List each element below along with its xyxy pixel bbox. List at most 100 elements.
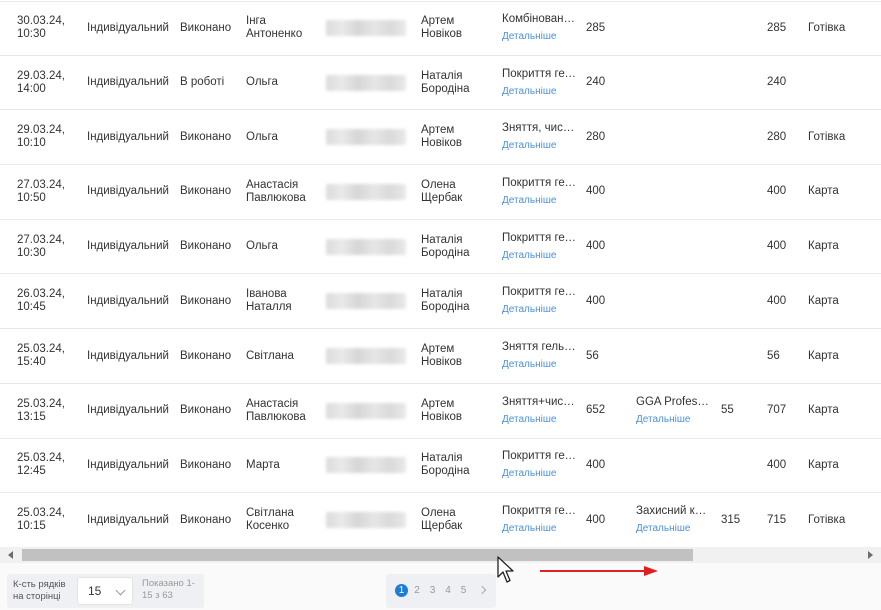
service-name: Зняття гель-лаку [502, 341, 577, 354]
date-text: 25.03.24, [17, 397, 65, 410]
page-5[interactable]: 5 [457, 584, 470, 597]
service-details-link[interactable]: Детальніше [502, 522, 577, 535]
rows-per-page: К-сть рядків на сторінці 15 Показано 1-1… [7, 574, 204, 608]
cell-product-price [721, 220, 751, 274]
client-first-name: Анастасія [246, 397, 299, 410]
time-text: 10:45 [17, 301, 46, 314]
master-first-name: Наталія [421, 288, 463, 301]
cell-type: Індивідуальний [87, 130, 169, 143]
date-text: 29.03.24, [17, 124, 65, 137]
chevron-right-icon[interactable] [477, 585, 487, 595]
scroll-left-icon[interactable] [8, 551, 13, 559]
table-row[interactable]: 25.03.24, 13:15 Індивідуальний Виконано Анас… [0, 384, 881, 439]
date-text: 29.03.24, [17, 69, 65, 82]
client-first-name: Інга [246, 15, 266, 28]
cell-product [636, 165, 712, 219]
cell-service: Покриття гель-лаком Детальніше [502, 220, 577, 274]
cell-product [636, 439, 712, 493]
table-row[interactable]: 26.03.24, 10:45 Індивідуальний Виконано Іван… [0, 275, 881, 330]
cell-product-price [721, 439, 751, 493]
horizontal-scrollbar[interactable] [0, 547, 881, 563]
cell-master: Наталія Бородіна [421, 275, 491, 329]
product-details-link[interactable]: Детальніше [636, 522, 712, 535]
cell-service-price: 652 [586, 404, 606, 417]
cell-client: Іванова Наталля [246, 275, 316, 329]
date-text: 26.03.24, [17, 288, 65, 301]
cell-total: 400 [767, 240, 787, 253]
cell-product [636, 329, 712, 383]
table-row[interactable]: 29.03.24, 14:00 Індивідуальний В роботі Ольг… [0, 56, 881, 111]
service-details-link[interactable]: Детальніше [502, 194, 577, 207]
date-text: 25.03.24, [17, 452, 65, 465]
cell-payment: Готівка [808, 513, 846, 526]
table-row[interactable]: 27.03.24, 10:30 Індивідуальний Виконано Ольг… [0, 220, 881, 275]
cell-date: 29.03.24, 10:10 [17, 110, 77, 164]
table-row[interactable]: 29.03.24, 10:10 Індивідуальний Виконано Ольг… [0, 110, 881, 166]
service-name: Покриття гель-лаком [502, 67, 577, 80]
master-last-name: Бородіна [421, 465, 470, 478]
scrollbar-thumb[interactable] [22, 549, 693, 561]
cell-service-price: 400 [586, 458, 606, 471]
red-arrow-right-icon [540, 566, 658, 576]
cell-total: 56 [767, 349, 780, 362]
cell-payment: Карта [808, 240, 839, 253]
cell-total: 400 [767, 294, 787, 307]
cell-payment: Карта [808, 185, 839, 198]
client-first-name: Ольга [246, 240, 278, 253]
cell-client: Ольга [246, 110, 316, 164]
redacted-blur [326, 129, 406, 146]
cell-date: 29.03.24, 14:00 [17, 56, 77, 110]
page-4[interactable]: 4 [442, 584, 455, 597]
mouse-pointer-icon [497, 556, 514, 583]
cell-phone-redacted [326, 56, 406, 110]
master-last-name: Бородіна [421, 301, 470, 314]
chevron-down-icon [115, 585, 126, 596]
service-details-link[interactable]: Детальніше [502, 85, 577, 98]
service-details-link[interactable]: Детальніше [502, 139, 577, 152]
service-details-link[interactable]: Детальніше [502, 30, 577, 43]
cell-product-price [721, 56, 751, 110]
time-text: 10:30 [17, 246, 46, 259]
cell-master: Артем Новіков [421, 110, 491, 164]
table-row[interactable]: 27.03.24, 10:50 Індивідуальний Виконано Анас… [0, 165, 881, 220]
cell-phone-redacted [326, 384, 406, 438]
table-row[interactable]: 25.03.24, 10:15 Індивідуальний Виконано Світ… [0, 493, 881, 547]
product-name: GGA Professional [636, 395, 712, 408]
time-text: 14:00 [17, 82, 46, 95]
rows-per-page-select[interactable]: 15 [77, 577, 133, 605]
scroll-right-icon[interactable] [868, 551, 873, 559]
client-first-name: Світлана [246, 349, 294, 362]
page-2[interactable]: 2 [411, 584, 424, 597]
cell-payment: Карта [808, 404, 839, 417]
orders-table: 30.03.24, 10:30 Індивідуальний Виконано Інга… [0, 0, 881, 547]
redacted-blur [326, 348, 406, 365]
cell-product [636, 275, 712, 329]
table-row[interactable]: 25.03.24, 12:45 Індивідуальний Виконано Март… [0, 439, 881, 494]
service-name: Покриття гель-лаком [502, 450, 577, 463]
page-1[interactable]: 1 [395, 584, 408, 597]
cell-master: Артем Новіков [421, 384, 491, 438]
table-row[interactable]: 25.03.24, 15:40 Індивідуальний Виконано Світ… [0, 329, 881, 384]
cell-service-price: 285 [586, 21, 606, 34]
service-details-link[interactable]: Детальніше [502, 249, 577, 262]
client-last-name: Наталля [246, 301, 292, 314]
master-last-name: Новіков [421, 137, 463, 150]
service-details-link[interactable]: Детальніше [502, 467, 577, 480]
master-first-name: Наталія [421, 452, 463, 465]
product-details-link[interactable]: Детальніше [636, 413, 712, 426]
service-details-link[interactable]: Детальніше [502, 413, 577, 426]
date-text: 25.03.24, [17, 343, 65, 356]
cell-master: Олена Щербак [421, 493, 491, 547]
page-3[interactable]: 3 [426, 584, 439, 597]
cell-phone-redacted [326, 110, 406, 164]
service-details-link[interactable]: Детальніше [502, 303, 577, 316]
client-first-name: Марта [246, 458, 280, 471]
cell-phone-redacted [326, 275, 406, 329]
service-details-link[interactable]: Детальніше [502, 358, 577, 371]
product-name: Захисний крем [636, 505, 712, 518]
cell-service-price: 280 [586, 130, 606, 143]
cell-date: 27.03.24, 10:50 [17, 165, 77, 219]
cell-service-price: 400 [586, 185, 606, 198]
table-row[interactable]: 30.03.24, 10:30 Індивідуальний Виконано Інга… [0, 1, 881, 56]
cell-phone-redacted [326, 165, 406, 219]
